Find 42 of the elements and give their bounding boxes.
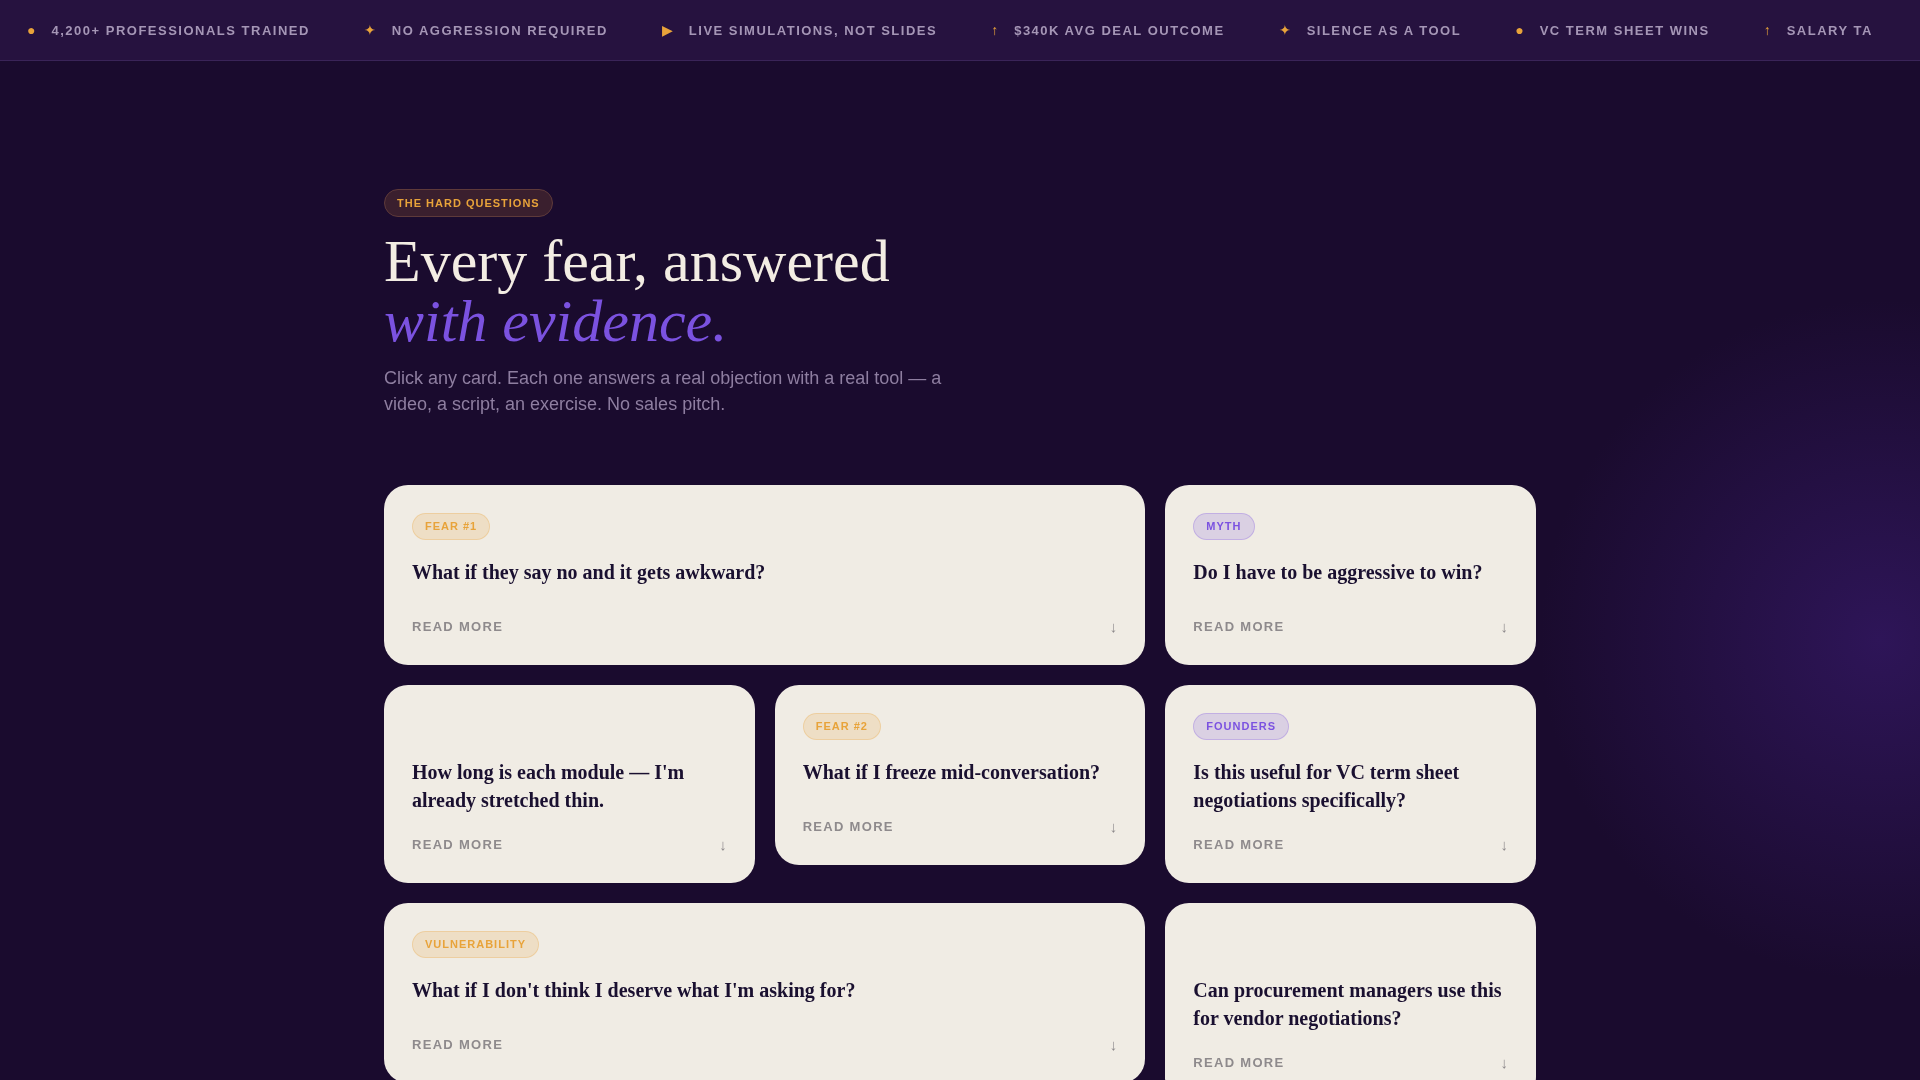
ticker-symbol-icon: ● — [1515, 22, 1524, 38]
ticker-symbol-icon: ✦ — [363, 22, 376, 38]
question-card[interactable]: FEAR #2 What if I freeze mid-conversation? READ MORE ↓ — [774, 685, 1146, 865]
ticker-text: $340K AVG DEAL OUTCOME — [1014, 22, 1225, 38]
question-card[interactable]: VULNERABILITY What if I don't think I deserve what I'm asking for? READ MORE ↓ — [384, 903, 1146, 1080]
ticker-text: VC TERM SHEET WINS — [1539, 22, 1710, 38]
down-arrow-icon: ↓ — [1500, 618, 1508, 635]
down-arrow-icon: ↓ — [1109, 818, 1118, 835]
card-tag: FOUNDERS — [1193, 713, 1290, 740]
down-arrow-icon: ↓ — [719, 836, 727, 853]
ticker-symbol-icon: ✦ — [1278, 22, 1291, 38]
question-card[interactable]: How long is each module — I'm already stretched thin. READ MORE ↓ — [384, 685, 755, 883]
card-question: Is this useful for VC term sheet negotiations specifically? — [1193, 760, 1461, 814]
down-arrow-icon: ↓ — [1500, 1054, 1508, 1071]
card-tag: VULNERABILITY — [412, 931, 539, 958]
down-arrow-icon: ↓ — [1109, 618, 1118, 635]
card-tag: FEAR #2 — [802, 713, 881, 740]
ticker-text: 4,200+ PROFESSIONALS TRAINED — [51, 22, 310, 38]
question-card[interactable]: Can procurement managers use this for vendor negotiations? READ MORE ↓ — [1165, 903, 1536, 1080]
ticker-text: NO AGGRESSION REQUIRED — [391, 22, 608, 38]
subtitle: Click any card. Each one answers a real objection with a real tool — a video, a script, an exercise. No sales pitch. — [384, 367, 943, 416]
ticker-symbol-icon: ▶ — [661, 22, 673, 38]
ticker-symbol-icon: ↑ — [1763, 22, 1771, 38]
question-card[interactable]: MYTH Do I have to be aggressive to win? READ MORE ↓ — [1165, 485, 1536, 665]
question-card[interactable]: FOUNDERS Is this useful for VC term sheet negotiations specifically? READ MORE ↓ — [1165, 685, 1536, 883]
ticker-symbol-icon: ● — [27, 22, 36, 38]
ticker-symbol-icon: ↑ — [991, 22, 999, 38]
down-arrow-icon: ↓ — [1109, 1036, 1118, 1053]
ticker-text: SILENCE AS A TOOL — [1306, 22, 1462, 38]
card-question: Do I have to be aggressive to win? — [1193, 560, 1483, 586]
card-question: What if they say no and it gets awkward? — [412, 560, 766, 586]
down-arrow-icon: ↓ — [1500, 836, 1508, 853]
card-question: What if I don't think I deserve what I'm asking for? — [412, 978, 856, 1004]
card-question: What if I freeze mid-conversation? — [802, 760, 1100, 785]
section-badge: THE HARD QUESTIONS — [384, 189, 553, 217]
card-question: How long is each module — I'm already stretched thin. — [412, 760, 686, 814]
question-card[interactable]: FEAR #1 What if they say no and it gets awkward? READ MORE ↓ — [384, 485, 1146, 665]
card-tag: MYTH — [1193, 513, 1255, 540]
card-tag: FEAR #1 — [412, 513, 491, 540]
ticker-text: LIVE SIMULATIONS, NOT SLIDES — [688, 22, 938, 38]
ticker-text: SALARY TA — [1786, 22, 1873, 38]
card-question: Can procurement managers use this for vendor negotiations? — [1193, 978, 1503, 1032]
